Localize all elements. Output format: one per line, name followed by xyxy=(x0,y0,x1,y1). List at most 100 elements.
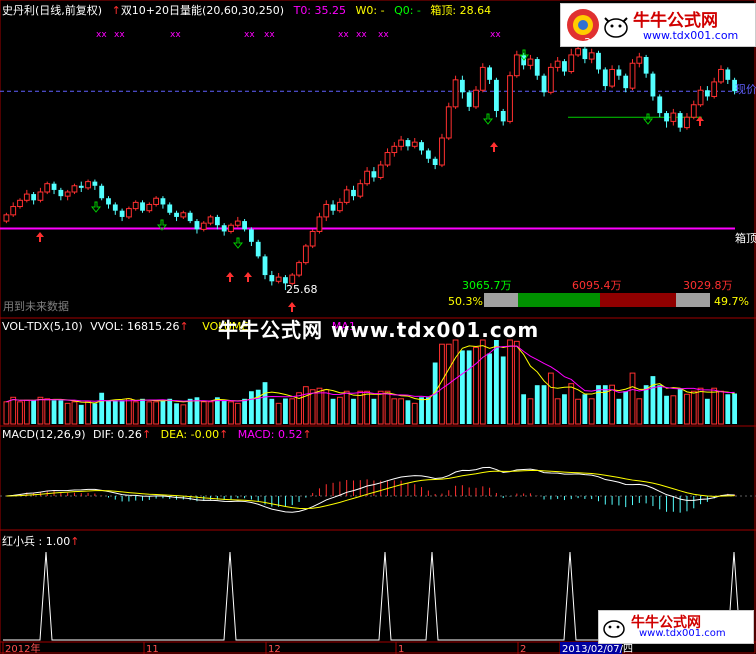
volume-bar xyxy=(255,389,261,424)
logo-url[interactable]: www.tdx001.com xyxy=(643,29,738,42)
site-logo-bottom[interactable]: 牛牛公式网 www.tdx001.com xyxy=(598,610,754,644)
candle-body xyxy=(214,216,220,226)
volume-bar xyxy=(167,398,173,424)
candle-body xyxy=(140,202,145,211)
volume-bar xyxy=(500,356,506,424)
current-price-line-label: 现价 xyxy=(735,83,756,96)
volume-bar xyxy=(58,400,64,424)
signal-marker: xx xyxy=(170,30,181,40)
volume-bar xyxy=(31,400,37,424)
candle-body xyxy=(132,201,139,210)
candle-body xyxy=(323,203,330,218)
volume-bar xyxy=(71,401,78,425)
volume-bar xyxy=(85,401,91,425)
volume-bar xyxy=(242,398,247,424)
volume-bar xyxy=(200,401,207,425)
volume-bar xyxy=(330,398,336,424)
stock-name[interactable]: 史丹利(日线,前复权) xyxy=(2,4,102,17)
volume-bar xyxy=(582,394,588,424)
stat-left-value: 3065.7万 xyxy=(462,279,512,292)
candle-body xyxy=(425,150,431,159)
chart-header: 史丹利(日线,前复权) ↑双10+20日量能(20,60,30,250) T0:… xyxy=(2,2,497,18)
signal-marker: xx xyxy=(264,30,275,40)
candle-body xyxy=(541,75,547,93)
candle-body xyxy=(336,201,343,212)
candle-body xyxy=(309,230,316,247)
volume-bar xyxy=(357,390,364,425)
volume-bar xyxy=(160,400,166,424)
q0-value: Q0: - xyxy=(394,4,421,17)
candle-body xyxy=(296,262,302,276)
volume-bar xyxy=(602,385,608,424)
volume-bar xyxy=(10,396,17,425)
volume-bar xyxy=(221,400,227,424)
stat-bar-gray-right xyxy=(676,293,710,307)
volume-bar xyxy=(690,390,697,425)
candle-body xyxy=(31,194,37,201)
signal-header: 红小兵 : 1.00↑ xyxy=(2,533,79,549)
volume-bar xyxy=(513,340,520,425)
candle-body xyxy=(351,189,356,197)
signal-marker: xx xyxy=(356,30,367,40)
box-top-value: 箱顶: 28.64 xyxy=(430,4,492,17)
volume-bar xyxy=(684,393,690,425)
price-panel[interactable]: xx xx xx xx xx xx xx xx xx xyxy=(0,30,737,312)
candle-body xyxy=(677,113,683,128)
volume-bar xyxy=(562,394,567,424)
candle-body xyxy=(432,158,438,165)
volume-bar xyxy=(643,385,649,424)
volume-bar xyxy=(371,398,377,424)
macd-panel[interactable] xyxy=(0,466,756,513)
volume-title[interactable]: VOL-TDX(5,10) xyxy=(2,320,83,333)
candle-body xyxy=(180,212,187,218)
signal-marker: xx xyxy=(378,30,389,40)
candle-body xyxy=(174,212,179,217)
logo-url[interactable]: www.tdx001.com xyxy=(639,628,726,639)
candle-body xyxy=(275,276,282,282)
candle-body xyxy=(636,56,643,64)
candle-body xyxy=(10,206,17,216)
volume-bar xyxy=(623,391,629,424)
candle-body xyxy=(466,92,472,107)
candle-body xyxy=(718,68,724,83)
candle-body xyxy=(221,225,227,232)
volume-bar xyxy=(575,398,581,425)
indicator-name[interactable]: ↑双10+20日量能(20,60,30,250) xyxy=(112,4,285,17)
candle-body xyxy=(664,113,669,122)
candle-body xyxy=(112,204,118,211)
x-axis-label: 2012年 xyxy=(5,642,40,654)
volume-bar xyxy=(711,387,718,425)
volume-bar xyxy=(527,398,534,425)
volume-bar xyxy=(228,401,234,425)
volume-bar xyxy=(411,402,418,425)
signal-title[interactable]: 红小兵 xyxy=(2,535,35,548)
macd-title[interactable]: MACD(12,26,9) xyxy=(2,428,86,441)
candle-body xyxy=(494,79,499,111)
volume-bar xyxy=(616,398,622,424)
volume-bar xyxy=(718,390,724,425)
buy-arrow-icon xyxy=(226,272,234,282)
stat-mid-value: 6095.4万 xyxy=(572,279,622,292)
volume-bar xyxy=(596,385,601,424)
volume-bar xyxy=(568,383,575,425)
dif-value: DIF: 0.26↑ xyxy=(93,428,152,441)
volume-bar xyxy=(99,392,105,424)
macd-header: MACD(12,26,9) DIF: 0.26↑ DEA: -0.00↑ MAC… xyxy=(2,428,312,441)
candle-body xyxy=(405,140,411,147)
candle-body xyxy=(411,141,418,147)
candle-body xyxy=(44,183,51,193)
candle-body xyxy=(575,48,581,56)
candle-body xyxy=(670,112,677,122)
low-price-label: 25.68 xyxy=(286,283,318,296)
candle-body xyxy=(23,193,30,201)
candle-body xyxy=(3,214,10,222)
candle-body xyxy=(398,139,405,147)
candle-body xyxy=(643,57,649,74)
candle-body xyxy=(459,79,465,93)
volume-bar xyxy=(398,398,405,425)
x-axis: 2012年 11 12 1 2 2013/02/07/四 xyxy=(2,642,633,654)
volume-bar xyxy=(269,398,275,424)
candle-body xyxy=(71,185,78,193)
volume-panel[interactable] xyxy=(3,339,737,425)
candle-body xyxy=(609,68,616,87)
